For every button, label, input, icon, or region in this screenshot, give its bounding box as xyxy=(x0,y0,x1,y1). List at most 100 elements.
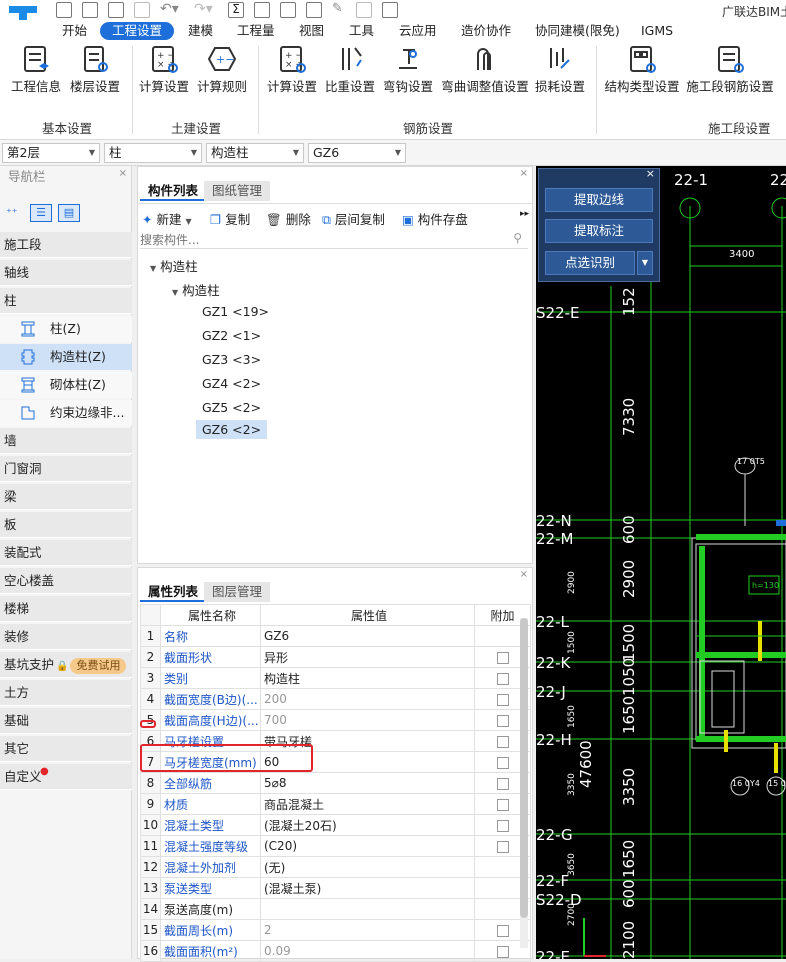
nav-category-pit-support[interactable]: 基坑支护 🔒 免费试用 xyxy=(0,652,132,678)
table-row[interactable]: 13 泵送类型 (混凝土泵) xyxy=(140,877,531,899)
nav-category-foundation[interactable]: 基础 xyxy=(0,708,132,734)
floor-settings-button[interactable]: 楼层设置 xyxy=(68,44,122,102)
point-identify-button[interactable]: 点选识别 xyxy=(545,251,635,275)
extra-checkbox[interactable] xyxy=(496,798,509,811)
table-row[interactable]: 8 全部纵筋 5⌀8 xyxy=(140,772,531,794)
tab-tools[interactable]: 工具 xyxy=(349,22,374,40)
nav-category-earthwork[interactable]: 土方 xyxy=(0,680,132,706)
component-item-gz2[interactable]: GZ2 <1> xyxy=(202,328,261,343)
layers-icon[interactable] xyxy=(306,2,322,18)
table-row[interactable]: 3 类别 构造柱 xyxy=(140,667,531,689)
section-rebar-settings-button[interactable]: 施工段钢筋设置 xyxy=(686,44,774,102)
scrollbar-thumb[interactable] xyxy=(520,618,528,918)
close-icon[interactable]: × xyxy=(119,168,127,179)
extra-checkbox[interactable] xyxy=(496,651,509,664)
table-row[interactable]: 16 截面面积(m²) 0.09 xyxy=(140,940,531,962)
detail-view-icon[interactable]: ▤ xyxy=(58,204,80,222)
scrollbar[interactable] xyxy=(520,618,528,948)
calc-rules-button[interactable]: +− 计算规则 xyxy=(196,44,248,102)
project-info-button[interactable]: 工程信息 xyxy=(8,44,64,102)
nav-category-wall[interactable]: 墙 xyxy=(0,428,132,454)
pin-icon[interactable]: ⁺⁺ xyxy=(6,206,18,219)
more-icon[interactable]: ▸▸ xyxy=(520,209,529,219)
extra-checkbox[interactable] xyxy=(496,672,509,685)
extract-labels-button[interactable]: 提取标注 xyxy=(545,219,653,243)
nav-item-column[interactable]: 柱(Z) xyxy=(0,316,132,342)
extra-checkbox[interactable] xyxy=(496,924,509,937)
tab-modeling[interactable]: 建模 xyxy=(188,22,213,40)
nav-category-stairs[interactable]: 楼梯 xyxy=(0,596,132,622)
rebar-calc-settings-button[interactable]: + − × ÷ 计算设置 xyxy=(266,44,318,102)
new-button[interactable]: ✦ 新建 ▼ xyxy=(142,209,192,228)
table-row[interactable]: 12 混凝土外加剂 (无) xyxy=(140,856,531,878)
drawing-canvas[interactable]: 22-1 22 3400 S22-E 22-N 22-M 22-L 22-K 2… xyxy=(536,166,786,959)
table-row[interactable]: 1 名称 GZ6 xyxy=(140,625,531,647)
extra-checkbox[interactable] xyxy=(496,819,509,832)
copy-button[interactable]: ❐ 复制 xyxy=(210,209,250,228)
redo-icon[interactable]: ↷▾ xyxy=(194,1,213,17)
close-icon[interactable]: × xyxy=(646,167,655,180)
tab-property-list[interactable]: 属性列表 xyxy=(140,582,207,602)
extract-edges-button[interactable]: 提取边线 xyxy=(545,188,653,212)
open-folder-icon[interactable] xyxy=(108,2,124,18)
list-view-icon[interactable]: ☰ xyxy=(30,204,52,222)
grid-icon[interactable] xyxy=(280,2,296,18)
floor-select[interactable]: 第2层 ▼ xyxy=(2,143,100,163)
table-row[interactable]: 9 材质 商品混凝土 xyxy=(140,793,531,815)
weight-settings-button[interactable]: 比重设置 xyxy=(324,44,376,102)
tab-drawing-management[interactable]: 图纸管理 xyxy=(204,181,271,201)
nav-category-openings[interactable]: 门窗洞 xyxy=(0,456,132,482)
extra-checkbox[interactable] xyxy=(496,777,509,790)
component-item-gz3[interactable]: GZ3 <3> xyxy=(202,352,261,367)
nav-category-custom[interactable]: 自定义 ● xyxy=(0,764,132,790)
save-component-button[interactable]: ▣ 构件存盘 xyxy=(402,209,468,228)
table-row[interactable]: 2 截面形状 异形 xyxy=(140,646,531,668)
tab-component-list[interactable]: 构件列表 xyxy=(140,181,207,201)
structure-type-settings-button[interactable]: 结构类型设置 xyxy=(604,44,680,102)
nav-category-other[interactable]: 其它 xyxy=(0,736,132,762)
nav-category-decoration[interactable]: 装修 xyxy=(0,624,132,650)
edit-icon[interactable]: ✎ xyxy=(332,1,343,16)
tree-group[interactable]: ▼ 构造柱 xyxy=(172,280,220,299)
tab-view[interactable]: 视图 xyxy=(299,22,324,40)
nav-category-axis[interactable]: 轴线 xyxy=(0,260,132,286)
nav-item-masonry-column[interactable]: 砌体柱(Z) xyxy=(0,372,132,398)
nav-category-hollow-floor[interactable]: 空心楼盖 xyxy=(0,568,132,594)
nav-category-slab[interactable]: 板 xyxy=(0,512,132,538)
tab-start[interactable]: 开始 xyxy=(62,22,87,40)
tab-igms[interactable]: IGMS xyxy=(641,22,673,40)
type-select[interactable]: 柱 ▼ xyxy=(104,143,202,163)
component-item-gz4[interactable]: GZ4 <2> xyxy=(202,376,261,391)
tab-project-settings[interactable]: 工程设置 xyxy=(100,22,175,40)
search-input[interactable] xyxy=(140,231,500,248)
component-item-gz1[interactable]: GZ1 <19> xyxy=(202,304,269,319)
close-icon[interactable]: × xyxy=(520,168,528,179)
extra-checkbox[interactable] xyxy=(496,840,509,853)
tree-root[interactable]: ▼ 构造柱 xyxy=(150,256,198,275)
search-box[interactable]: ⚲ xyxy=(140,231,528,249)
extra-checkbox[interactable] xyxy=(496,693,509,706)
extra-checkbox[interactable] xyxy=(496,714,509,727)
nav-category-prefab[interactable]: 装配式 xyxy=(0,540,132,566)
extra-checkbox[interactable] xyxy=(496,735,509,748)
split-icon[interactable] xyxy=(356,2,372,18)
bend-adjust-settings-button[interactable]: 弯曲调整值设置 xyxy=(440,44,530,102)
import-icon[interactable] xyxy=(382,2,398,18)
table-row[interactable]: 5 截面高度(H边)(... 700 xyxy=(140,709,531,731)
new-file-icon[interactable] xyxy=(82,2,98,18)
chevron-down-icon[interactable]: ▼ xyxy=(637,251,653,275)
undo-icon[interactable]: ↶▾ xyxy=(160,1,179,17)
hook-settings-button[interactable]: 弯钩设置 xyxy=(382,44,434,102)
nav-item-edge-member[interactable]: 约束边缘非... xyxy=(0,400,132,426)
component-item-gz6[interactable]: GZ6 <2> xyxy=(196,420,268,439)
component-item-gz5[interactable]: GZ5 <2> xyxy=(202,400,261,415)
item-select[interactable]: GZ6 ▼ xyxy=(308,143,406,163)
extra-checkbox[interactable] xyxy=(496,945,509,958)
nav-item-constructional-column[interactable]: 构造柱(Z) xyxy=(0,344,132,370)
civil-calc-settings-button[interactable]: + − × ÷ 计算设置 xyxy=(138,44,190,102)
tab-collab-modeling[interactable]: 协同建模(限免) xyxy=(535,22,620,40)
tab-layer-management[interactable]: 图层管理 xyxy=(204,582,271,602)
extra-checkbox[interactable] xyxy=(496,756,509,769)
nav-category-section[interactable]: 施工段 xyxy=(0,232,132,258)
table-row[interactable]: 10 混凝土类型 (混凝土20石) xyxy=(140,814,531,836)
